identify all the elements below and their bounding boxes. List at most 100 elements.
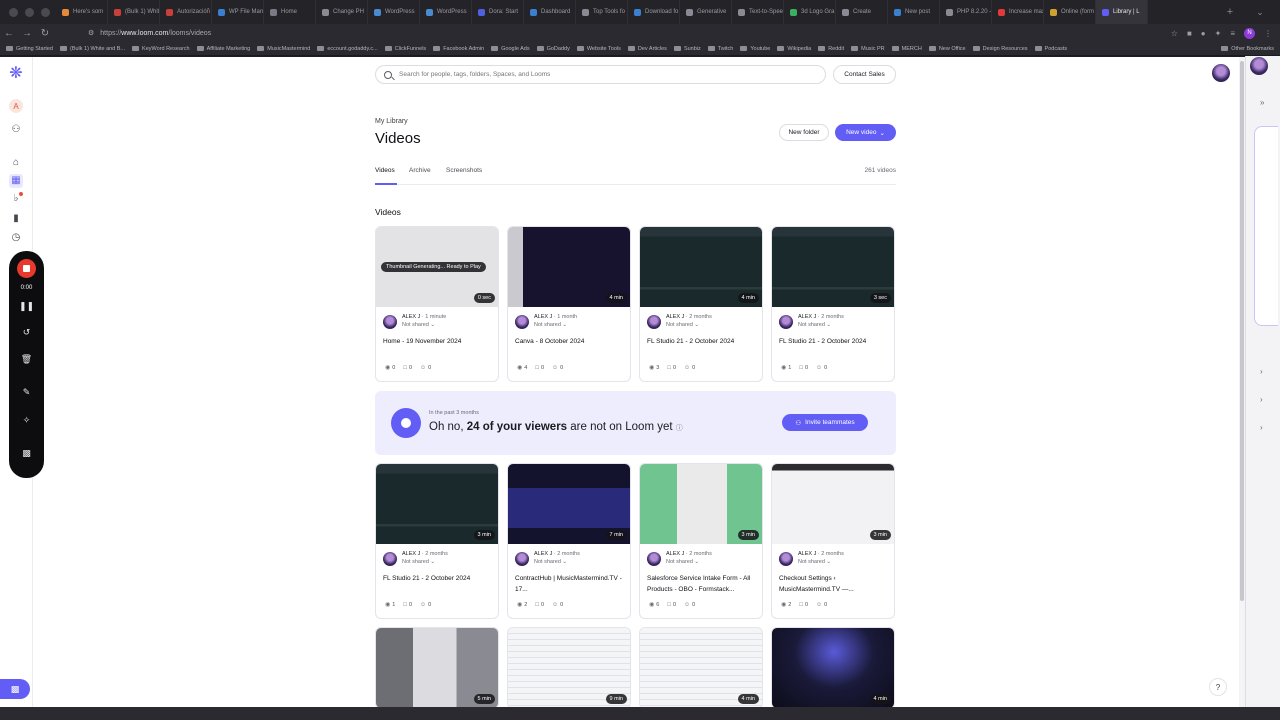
share-status-dropdown[interactable]: Not shared ⌄ <box>534 559 580 565</box>
video-title[interactable]: Salesforce Service Intake Form - All Pro… <box>647 573 759 595</box>
effects-icon[interactable]: ✧ <box>9 415 44 426</box>
browser-tab[interactable]: Library | L <box>1096 0 1148 24</box>
browser-tab[interactable]: 3d Logo Gra <box>784 0 836 24</box>
bookmark-item[interactable]: MusicMastermind <box>257 46 310 52</box>
video-title[interactable]: FL Studio 21 - 2 October 2024 <box>779 336 891 347</box>
bookmark-item[interactable]: eccount.godaddy.c... <box>317 46 378 52</box>
share-status-dropdown[interactable]: Not shared ⌄ <box>666 322 712 328</box>
more-icon[interactable]: ⋮ <box>1264 29 1272 38</box>
bookmark-item[interactable]: Design Resources <box>972 46 1028 52</box>
bookmark-item[interactable]: ClickFunnels <box>384 46 426 52</box>
extension-icon[interactable]: ● <box>1201 29 1206 38</box>
browser-tab[interactable]: Change PH <box>316 0 368 24</box>
browser-tab[interactable]: Create <box>836 0 888 24</box>
video-card[interactable]: 3 min ALEX J · 2 months Not shared ⌄ FL Stu… <box>375 463 499 619</box>
browser-tab[interactable]: Download fo <box>628 0 680 24</box>
chevron-right-icon[interactable]: › <box>1260 423 1263 432</box>
browser-tab[interactable]: Home <box>264 0 316 24</box>
other-bookmarks[interactable]: Other Bookmarks <box>1221 46 1280 52</box>
video-card[interactable]: 5 min <box>375 627 499 707</box>
tab-search-icon[interactable]: ⌄ <box>1240 7 1280 18</box>
home-icon[interactable]: ⌂ <box>9 156 23 170</box>
scrollbar-thumb[interactable] <box>1240 61 1244 601</box>
share-status-dropdown[interactable]: Not shared ⌄ <box>402 322 446 328</box>
browser-tab[interactable]: Online (form <box>1044 0 1096 24</box>
bookmark-item[interactable]: GoDaddy <box>536 46 570 52</box>
bookmark-item[interactable]: New Office <box>928 46 966 52</box>
author-name[interactable]: ALEX J <box>798 551 816 557</box>
workspace-avatar[interactable]: A <box>9 99 23 113</box>
restart-icon[interactable]: ↺ <box>9 327 44 338</box>
avatar[interactable] <box>515 552 529 566</box>
video-thumbnail[interactable]: 3 sec <box>772 227 894 307</box>
browser-tab[interactable]: New post <box>888 0 940 24</box>
record-camera-button[interactable]: ▩ <box>0 679 30 699</box>
chevron-right-icon[interactable]: » <box>1260 98 1264 107</box>
browser-tab[interactable]: WordPress <box>420 0 472 24</box>
bookmark-item[interactable]: Facebook Admin <box>433 46 484 52</box>
browser-tab[interactable]: Here's som <box>56 0 108 24</box>
breadcrumb[interactable]: My Library <box>375 118 408 125</box>
bookmark-item[interactable]: Google Ads <box>491 46 530 52</box>
avatar[interactable] <box>779 315 793 329</box>
new-folder-button[interactable]: New folder <box>779 124 829 141</box>
back-icon[interactable]: ← <box>0 28 18 39</box>
video-thumbnail[interactable]: 3 min <box>376 464 498 544</box>
video-title[interactable]: Home - 19 November 2024 <box>383 336 495 347</box>
avatar[interactable] <box>383 552 397 566</box>
video-thumbnail[interactable]: 9 min <box>508 628 630 707</box>
bookmark-item[interactable]: MERCH <box>891 46 922 52</box>
video-card[interactable]: 3 sec ALEX J · 2 months Not shared ⌄ FL Stu… <box>771 226 895 382</box>
library-icon[interactable]: ▦ <box>9 174 23 188</box>
avatar[interactable] <box>383 315 397 329</box>
chevron-right-icon[interactable]: › <box>1260 395 1263 404</box>
star-bookmark-icon[interactable]: ☆ <box>1171 29 1178 38</box>
new-video-button[interactable]: New video ⌄ <box>835 124 896 141</box>
user-avatar[interactable] <box>1212 64 1230 82</box>
browser-tab[interactable]: Top Tools fo <box>576 0 628 24</box>
video-thumbnail[interactable]: 3 min <box>772 464 894 544</box>
loom-logo-icon[interactable]: ❋ <box>7 65 25 83</box>
site-info-icon[interactable]: ⚙ <box>88 29 94 37</box>
browser-tab[interactable]: Autorizacióñ <box>160 0 212 24</box>
video-card[interactable]: 4 min <box>771 627 895 707</box>
bookmark-item[interactable]: Music PR <box>851 46 885 52</box>
search-input[interactable] <box>399 71 799 78</box>
video-title[interactable]: Canva - 8 October 2024 <box>515 336 627 347</box>
bookmark-item[interactable]: Reddit <box>818 46 844 52</box>
author-name[interactable]: ALEX J <box>798 314 816 320</box>
chevron-right-icon[interactable]: › <box>1260 367 1263 376</box>
share-status-dropdown[interactable]: Not shared ⌄ <box>666 559 712 565</box>
help-button[interactable]: ? <box>1209 678 1227 696</box>
bookmark-item[interactable]: Wikipedia <box>777 46 811 52</box>
video-card[interactable]: 4 min <box>639 627 763 707</box>
video-thumbnail[interactable]: 4 min <box>640 227 762 307</box>
video-card[interactable]: 3 min ALEX J · 2 months Not shared ⌄ Salesf… <box>639 463 763 619</box>
window-controls[interactable] <box>0 7 56 17</box>
author-name[interactable]: ALEX J <box>402 551 420 557</box>
bookmark-item[interactable]: Sunbiz <box>673 46 701 52</box>
browser-tab[interactable]: Dashboard <box>524 0 576 24</box>
share-status-dropdown[interactable]: Not shared ⌄ <box>402 559 448 565</box>
contact-sales-button[interactable]: Contact Sales <box>833 65 896 84</box>
browser-tab[interactable]: Increase max <box>992 0 1044 24</box>
bell-icon[interactable]: ♭ <box>9 192 23 206</box>
browser-tab[interactable]: PHP 8.2.20 - php <box>940 0 992 24</box>
avatar[interactable] <box>779 552 793 566</box>
browser-profile-avatar[interactable]: N <box>1244 27 1255 39</box>
browser-tab[interactable]: Generative <box>680 0 732 24</box>
bookmark-item[interactable]: Website Tools <box>576 46 621 52</box>
video-card[interactable]: 3 min ALEX J · 2 months Not shared ⌄ Checko… <box>771 463 895 619</box>
video-card[interactable]: 7 min ALEX J · 2 months Not shared ⌄ Contra… <box>507 463 631 619</box>
video-title[interactable]: Checkout Settings ‹ MusicMastermind.TV —… <box>779 573 891 595</box>
tab-archive[interactable]: Archive <box>409 167 431 174</box>
avatar[interactable] <box>515 315 529 329</box>
bookmark-item[interactable]: Affiliate Marketing <box>196 46 250 52</box>
author-name[interactable]: ALEX J <box>534 314 552 320</box>
bookmark-item[interactable]: Youtube <box>740 46 770 52</box>
browser-tab[interactable]: (Bulk 1) White and B <box>108 0 160 24</box>
new-tab-button[interactable]: + <box>1220 6 1240 18</box>
search-bar[interactable] <box>375 65 826 84</box>
author-name[interactable]: ALEX J <box>534 551 552 557</box>
video-thumbnail[interactable]: 3 min <box>640 464 762 544</box>
